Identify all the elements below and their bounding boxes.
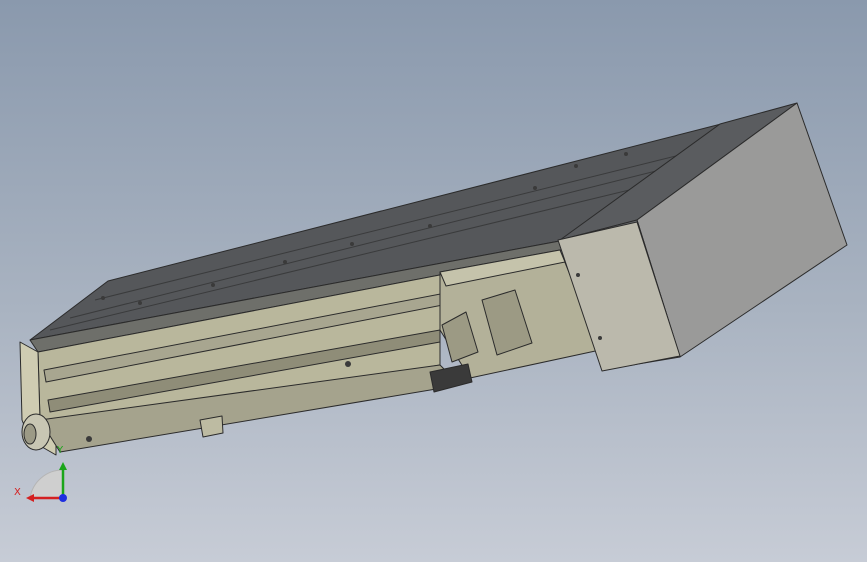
triad-x-arrow (26, 494, 34, 502)
triad-y-arrow (59, 462, 67, 470)
triad-y-label: Y (56, 445, 64, 456)
triad-xy-plane (29, 469, 64, 499)
triad-z-origin (59, 494, 67, 502)
left-motor-cap (23, 423, 37, 445)
model-canvas[interactable]: X Y (0, 0, 867, 562)
mounting-tab (199, 415, 224, 438)
coordinate-triad: X Y (14, 445, 67, 502)
3d-viewport[interactable]: X Y (0, 0, 867, 562)
triad-x-label: X (14, 487, 21, 498)
linear-actuator-model[interactable] (19, 102, 848, 456)
